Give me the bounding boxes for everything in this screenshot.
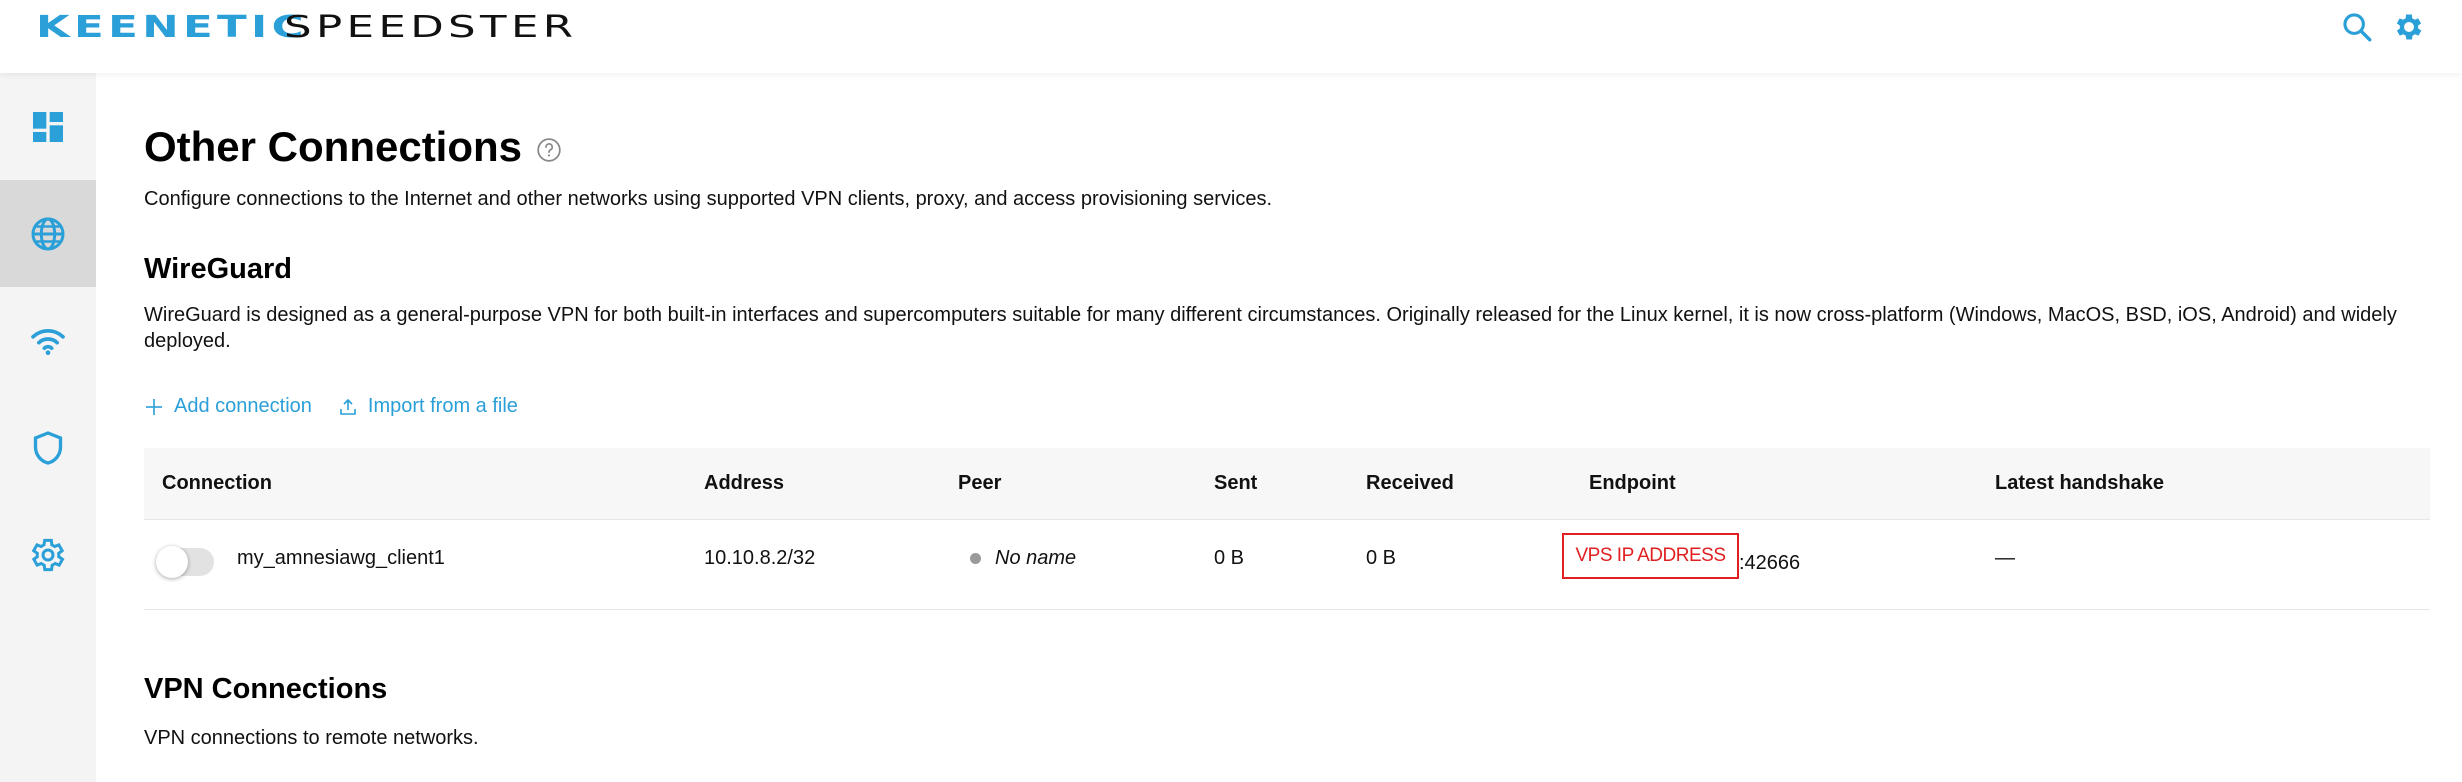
connection-address: 10.10.8.2/32	[704, 547, 816, 569]
add-connection-button[interactable]: Add connection	[144, 395, 312, 418]
brand-logo[interactable]: KEENETIC SPEEDSTER	[36, 7, 573, 47]
header-peer[interactable]: Peer	[958, 472, 1001, 495]
dashboard-icon	[33, 111, 63, 142]
header-received[interactable]: Received	[1366, 472, 1454, 495]
top-bar: KEENETIC SPEEDSTER	[0, 0, 2462, 73]
wireguard-title: WireGuard	[144, 253, 292, 285]
wireguard-table: Connection Address Peer Sent Received En…	[144, 448, 2430, 610]
connection-peer: No name	[970, 547, 1076, 570]
toggle-knob	[156, 546, 188, 578]
connection-name[interactable]: my_amnesiawg_client1	[237, 547, 445, 570]
connection-endpoint: VPS IP ADDRESS :42666	[1562, 533, 1801, 579]
peer-status-dot	[970, 553, 981, 565]
help-icon[interactable]	[536, 137, 562, 163]
endpoint-port: :42666	[1739, 551, 1801, 574]
connection-handshake: —	[1995, 547, 2015, 569]
connection-toggle[interactable]	[156, 546, 214, 578]
sidebar-item-security[interactable]	[0, 394, 96, 501]
brand-secondary: SPEEDSTER	[284, 9, 578, 45]
sidebar-item-wifi[interactable]	[0, 287, 96, 394]
gear-icon[interactable]	[2392, 10, 2426, 44]
connection-sent: 0 B	[1214, 547, 1245, 569]
header-sent[interactable]: Sent	[1214, 472, 1257, 495]
wireguard-actions: Add connection Import from a file	[144, 395, 518, 418]
sidebar-item-settings[interactable]	[0, 501, 96, 608]
page-title: Other Connections	[144, 123, 562, 171]
sidebar-item-internet[interactable]	[0, 180, 96, 287]
vpn-title: VPN Connections	[144, 673, 388, 705]
header-connection[interactable]: Connection	[162, 472, 272, 495]
wifi-icon	[31, 328, 65, 355]
table-row[interactable]: my_amnesiawg_client1 10.10.8.2/32 No nam…	[144, 520, 2430, 610]
connection-received: 0 B	[1366, 547, 1397, 569]
add-connection-label: Add connection	[174, 395, 312, 417]
page-description: Configure connections to the Internet an…	[144, 188, 1273, 210]
header-endpoint[interactable]: Endpoint	[1589, 472, 1676, 495]
globe-icon	[31, 217, 65, 250]
page-title-text: Other Connections	[144, 123, 523, 170]
redaction-box: VPS IP ADDRESS	[1562, 533, 1739, 579]
table-header: Connection Address Peer Sent Received En…	[144, 448, 2430, 520]
header-handshake[interactable]: Latest handshake	[1995, 472, 2164, 495]
upload-icon	[340, 398, 356, 415]
plus-icon	[146, 398, 162, 415]
header-address[interactable]: Address	[704, 472, 784, 495]
gear-icon	[31, 538, 65, 571]
import-file-button[interactable]: Import from a file	[338, 395, 518, 418]
wireguard-description: WireGuard is designed as a general-purpo…	[144, 304, 2397, 352]
search-icon[interactable]	[2340, 10, 2374, 44]
sidebar-item-dashboard[interactable]	[0, 73, 96, 180]
vpn-description: VPN connections to remote networks.	[144, 727, 479, 749]
peer-name: No name	[995, 547, 1077, 569]
import-file-label: Import from a file	[367, 395, 518, 417]
sidebar	[0, 73, 96, 782]
shield-icon	[33, 430, 63, 465]
